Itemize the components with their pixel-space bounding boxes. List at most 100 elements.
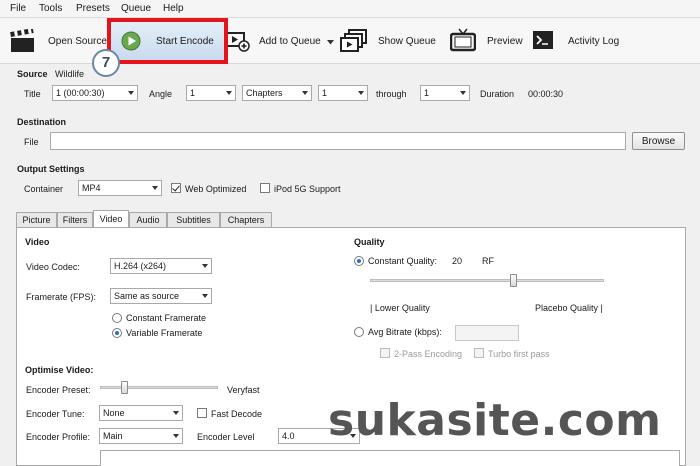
encoder-tune-label: Encoder Tune: xyxy=(26,409,85,419)
step-number-badge: 7 xyxy=(92,49,120,77)
two-pass-checkbox[interactable] xyxy=(380,348,390,358)
dropdown-arrow-icon xyxy=(302,91,308,95)
tv-icon xyxy=(450,28,476,52)
fast-decode-label: Fast Decode xyxy=(211,409,263,419)
title-value: 1 (00:00:30) xyxy=(56,88,105,98)
placebo-quality-label: Placebo Quality | xyxy=(535,303,603,313)
encoder-tune-dropdown[interactable]: None xyxy=(99,405,183,421)
quality-heading: Quality xyxy=(354,237,385,247)
turbo-first-pass-checkbox[interactable] xyxy=(474,348,484,358)
add-to-queue-button[interactable]: Add to Queue xyxy=(226,22,336,60)
menu-tools[interactable]: Tools xyxy=(39,3,62,14)
web-optimized-label: Web Optimized xyxy=(185,184,247,194)
avg-bitrate-input[interactable] xyxy=(455,325,519,341)
encoder-preset-value: Veryfast xyxy=(227,385,260,395)
video-heading: Video xyxy=(25,237,50,247)
encoder-profile-label: Encoder Profile: xyxy=(26,432,91,442)
encoder-level-label: Encoder Level xyxy=(197,432,255,442)
open-source-button[interactable]: Open Source xyxy=(6,22,107,60)
destination-heading: Destination xyxy=(17,117,67,127)
angle-dropdown[interactable]: 1 xyxy=(186,85,236,101)
activity-log-button[interactable]: Activity Log xyxy=(530,22,630,60)
preview-label: Preview xyxy=(487,36,523,47)
destination-file-input[interactable] xyxy=(50,132,626,150)
chevron-down-icon[interactable] xyxy=(327,40,334,45)
ipod-support-checkbox[interactable] xyxy=(260,183,270,193)
web-optimized-checkbox[interactable] xyxy=(171,183,181,193)
show-queue-label: Show Queue xyxy=(378,36,436,47)
menu-help[interactable]: Help xyxy=(163,3,184,14)
angle-label: Angle xyxy=(149,89,173,99)
range-type-dropdown[interactable]: Chapters xyxy=(242,85,312,101)
range-end-dropdown[interactable]: 1 xyxy=(420,85,470,101)
through-label: through xyxy=(376,89,407,99)
encoder-profile-dropdown[interactable]: Main xyxy=(99,428,183,444)
constant-quality-value: 20 xyxy=(452,256,463,266)
output-settings-heading: Output Settings xyxy=(17,164,85,174)
menu-bar: File Tools Presets Queue Help xyxy=(0,0,700,18)
add-to-queue-label: Add to Queue xyxy=(259,36,321,47)
tab-audio[interactable]: Audio xyxy=(129,212,167,227)
extra-options-textarea[interactable] xyxy=(100,450,680,466)
range-start-dropdown[interactable]: 1 xyxy=(318,85,368,101)
source-name: Wildlife xyxy=(55,69,85,79)
title-dropdown[interactable]: 1 (00:00:30) xyxy=(52,85,138,101)
turbo-first-pass-label: Turbo first pass xyxy=(488,349,550,359)
container-label: Container xyxy=(24,184,64,194)
framerate-value: Same as source xyxy=(114,291,180,301)
file-label: File xyxy=(24,137,39,147)
dropdown-arrow-icon xyxy=(202,264,208,268)
duration-label: Duration xyxy=(480,89,515,99)
tab-filters[interactable]: Filters xyxy=(57,212,93,227)
quality-slider-track[interactable] xyxy=(370,279,604,282)
dropdown-arrow-icon xyxy=(460,91,466,95)
dropdown-arrow-icon xyxy=(173,411,179,415)
tab-subtitles[interactable]: Subtitles xyxy=(167,212,220,227)
constant-framerate-radio[interactable] xyxy=(112,313,122,323)
variable-framerate-radio[interactable] xyxy=(112,328,122,338)
angle-value: 1 xyxy=(190,88,196,98)
quality-slider-thumb[interactable] xyxy=(510,274,517,287)
framerate-label: Framerate (FPS): xyxy=(26,292,97,302)
constant-quality-radio[interactable] xyxy=(354,256,364,266)
dropdown-arrow-icon xyxy=(152,186,158,190)
encoder-preset-slider-track[interactable] xyxy=(100,386,218,389)
show-queue-button[interactable]: Show Queue xyxy=(340,22,440,60)
video-codec-value: H.264 (x264) xyxy=(114,261,167,271)
video-codec-dropdown[interactable]: H.264 (x264) xyxy=(110,258,212,274)
range-type-value: Chapters xyxy=(246,88,283,98)
container-dropdown[interactable]: MP4 xyxy=(78,180,162,196)
variable-framerate-label: Variable Framerate xyxy=(126,328,203,338)
watermark-text: sukasite.com xyxy=(328,395,662,446)
optimise-heading: Optimise Video: xyxy=(25,365,94,375)
duration-value: 00:00:30 xyxy=(528,89,564,99)
add-queue-icon xyxy=(226,32,250,52)
tab-chapters[interactable]: Chapters xyxy=(220,212,272,227)
encoder-tune-value: None xyxy=(103,408,125,418)
preview-button[interactable]: Preview xyxy=(448,22,526,60)
framerate-dropdown[interactable]: Same as source xyxy=(110,288,212,304)
dropdown-arrow-icon xyxy=(128,91,134,95)
ipod-support-label: iPod 5G Support xyxy=(274,184,341,194)
two-pass-label: 2-Pass Encoding xyxy=(394,349,463,359)
constant-quality-label: Constant Quality: xyxy=(368,256,438,266)
browse-button[interactable]: Browse xyxy=(632,132,685,150)
container-value: MP4 xyxy=(82,183,101,193)
tab-video[interactable]: Video xyxy=(93,210,129,227)
menu-file[interactable]: File xyxy=(10,3,26,14)
encoder-level-value: 4.0 xyxy=(282,431,295,441)
menu-queue[interactable]: Queue xyxy=(121,3,151,14)
menu-presets[interactable]: Presets xyxy=(76,3,110,14)
encoder-preset-slider-thumb[interactable] xyxy=(121,381,128,394)
clapperboard-icon xyxy=(10,29,34,52)
video-codec-label: Video Codec: xyxy=(26,262,80,272)
dropdown-arrow-icon xyxy=(226,91,232,95)
title-label: Title xyxy=(24,89,41,99)
fast-decode-checkbox[interactable] xyxy=(197,408,207,418)
tab-picture[interactable]: Picture xyxy=(16,212,57,227)
open-source-label: Open Source xyxy=(48,36,107,47)
avg-bitrate-radio[interactable] xyxy=(354,327,364,337)
activity-log-label: Activity Log xyxy=(568,36,620,47)
encoder-profile-value: Main xyxy=(103,431,123,441)
lower-quality-label: | Lower Quality xyxy=(370,303,430,313)
